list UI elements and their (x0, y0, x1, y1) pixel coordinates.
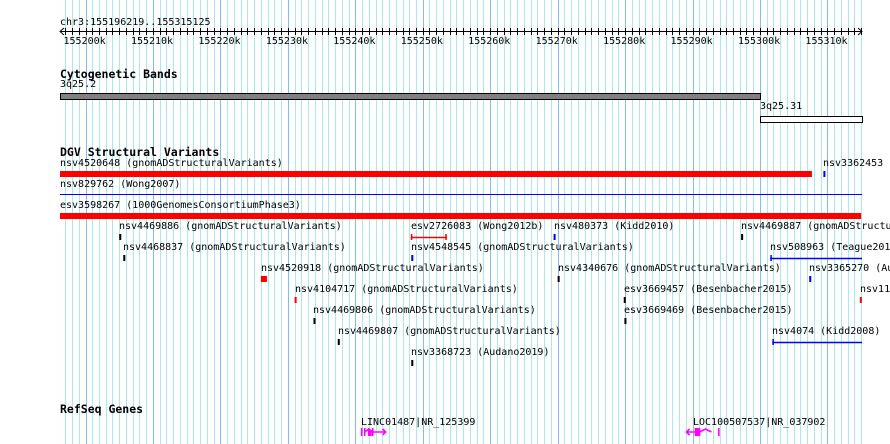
variant-label[interactable]: esv3669469 (Besenbacher2015) (624, 305, 793, 316)
variant-feature[interactable] (557, 276, 560, 282)
variant-label[interactable]: esv2726083 (Wong2012b) (411, 221, 543, 232)
variant-label[interactable]: nsv113 (860, 284, 890, 295)
ruler-tick-label: 155260k (468, 36, 510, 47)
ruler-tick-label: 155220k (198, 36, 240, 47)
variant-label[interactable]: nsv4469887 (gnomADStructu (741, 221, 890, 232)
variant-feature[interactable] (623, 297, 626, 303)
variant-label[interactable]: nsv4104717 (gnomADStructuralVariants) (295, 284, 518, 295)
variant-feature[interactable] (624, 318, 627, 324)
variant-label[interactable]: nsv4469886 (gnomADStructuralVariants) (119, 221, 342, 232)
variant-feature[interactable] (411, 255, 414, 261)
variant-feature[interactable] (859, 297, 862, 303)
gene-label[interactable]: LOC100507537|NR_037902 (693, 417, 825, 428)
cytoband (60, 93, 761, 100)
variant-label[interactable]: esv3669457 (Besenbacher2015) (624, 284, 793, 295)
ruler-location: chr3:155196219..155315125 (60, 17, 211, 28)
ruler-tick-label: 155250k (401, 36, 443, 47)
variant-feature[interactable] (411, 360, 414, 366)
variant-feature[interactable] (60, 213, 862, 219)
variant-feature[interactable] (123, 255, 126, 261)
genome-browser-canvas: chr3:155196219..155315125 155200k 155210k 1… (59, 0, 890, 444)
gene-exon (695, 428, 700, 436)
ruler-tick-label: 155270k (536, 36, 578, 47)
variant-feature[interactable] (294, 297, 297, 303)
ruler-tick-label: 155290k (671, 36, 713, 47)
variant-feature[interactable] (823, 171, 826, 177)
variant-label[interactable]: nsv829762 (Wong2007) (60, 179, 180, 190)
variant-label[interactable]: nsv4469806 (gnomADStructuralVariants) (313, 305, 536, 316)
ruler-tick-label: 155300k (738, 36, 780, 47)
variant-label[interactable]: nsv4548545 (gnomADStructuralVariants) (411, 242, 634, 253)
variant-label[interactable]: nsv4469807 (gnomADStructuralVariants) (338, 326, 561, 337)
variant-feature[interactable] (553, 234, 556, 240)
variant-feature[interactable] (60, 171, 812, 177)
gene-exon (368, 430, 372, 436)
gene-label[interactable]: LINC01487|NR_125399 (361, 417, 475, 428)
variant-label[interactable]: esv3598267 (1000GenomesConsortiumPhase3) (60, 200, 301, 211)
variant-label[interactable]: nsv4520918 (gnomADStructuralVariants) (261, 263, 484, 274)
variant-feature[interactable] (809, 276, 812, 282)
variant-feature[interactable] (119, 234, 122, 240)
variant-feature[interactable] (260, 276, 267, 282)
cytoband (759, 116, 864, 123)
variant-feature[interactable] (60, 194, 862, 195)
variant-label[interactable]: nsv480373 (Kidd2010) (554, 221, 674, 232)
ruler-tick-label: 155240k (333, 36, 375, 47)
variant-label[interactable]: nsv3368723 (Audano2019) (411, 347, 549, 358)
variant-feature[interactable] (741, 234, 744, 240)
cytoband-label: 3q25.31 (760, 101, 802, 112)
track-title-refseq-genes: RefSeq Genes (60, 402, 143, 416)
cytoband-label: 3q25.2 (60, 79, 96, 90)
track-title-dgv-structural-variants: DGV Structural Variants (60, 145, 219, 159)
variant-label[interactable]: nsv3365270 (Au (809, 263, 890, 274)
ruler-tick-label: 155200k (64, 36, 106, 47)
ruler-tick-label: 155230k (266, 36, 308, 47)
variant-feature[interactable] (337, 339, 340, 345)
variant-label[interactable]: nsv4340676 (gnomADStructuralVariants) (558, 263, 781, 274)
ruler-tick-label: 155310k (805, 36, 847, 47)
variant-label[interactable]: nsv508963 (Teague2010 (770, 242, 890, 253)
ruler-tick-label: 155210k (131, 36, 173, 47)
variant-label[interactable]: nsv4074 (Kidd2008) (772, 326, 880, 337)
variant-label[interactable]: nsv3362453 ( (823, 158, 890, 169)
variant-label[interactable]: nsv4468837 (gnomADStructuralVariants) (123, 242, 346, 253)
variant-label[interactable]: nsv4520648 (gnomADStructuralVariants) (60, 158, 283, 169)
ruler-tick-label: 155280k (603, 36, 645, 47)
variant-feature[interactable] (313, 318, 316, 324)
